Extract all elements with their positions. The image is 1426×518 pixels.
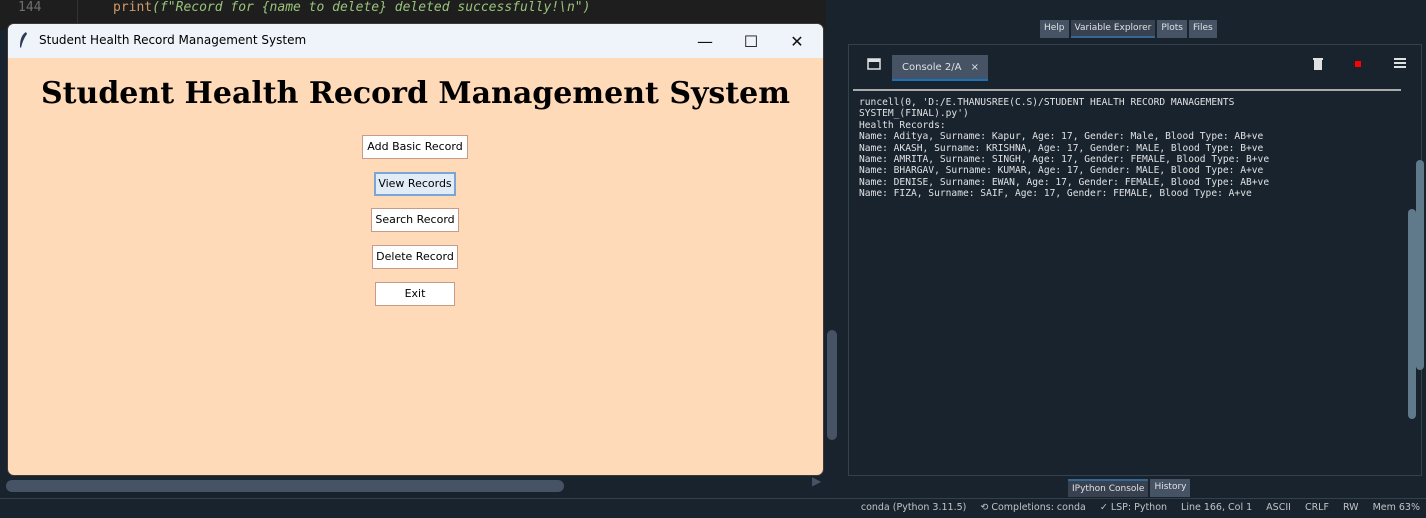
code-line: print(f"Record for {name to delete} dele… (113, 0, 590, 15)
console-line: Name: AKASH, Surname: KRISHNA, Age: 17, … (859, 142, 1264, 154)
stop-icon[interactable] (1355, 61, 1361, 67)
console-line: Name: FIZA, Surname: SAIF, Age: 17, Gend… (859, 188, 1252, 200)
close-button[interactable]: ✕ (774, 28, 820, 56)
delete-record-button[interactable]: Delete Record (372, 245, 458, 269)
maximize-button[interactable]: ☐ (728, 28, 774, 56)
console-tabbar: Console 2/A × (849, 45, 1421, 85)
trash-icon[interactable] (1313, 57, 1323, 71)
console-tab-close-icon[interactable]: × (971, 62, 979, 73)
window-icon[interactable] (867, 58, 881, 70)
status-conda: conda (Python 3.11.5) (860, 502, 967, 513)
status-rw: RW (1342, 502, 1359, 513)
minimize-button[interactable]: — (682, 28, 728, 56)
console-output[interactable]: runcell(0, 'D:/E.THANUSREE(C.S)/STUDENT … (853, 89, 1401, 464)
tab-ipython-console[interactable]: IPython Console (1068, 479, 1149, 497)
far-right-scroll-thumb[interactable] (1416, 160, 1424, 370)
tk-titlebar[interactable]: Student Health Record Management System … (8, 24, 823, 58)
search-record-button[interactable]: Search Record (371, 208, 459, 232)
tab-help[interactable]: Help (1040, 20, 1069, 38)
console-line: runcell(0, 'D:/E.THANUSREE(C.S)/STUDENT … (859, 97, 1235, 108)
add-basic-record-button[interactable]: Add Basic Record (362, 135, 468, 159)
status-completions-label: Completions: conda (991, 502, 1086, 513)
console-line: Health Records: (859, 119, 946, 131)
editor-horizontal-scrollbar[interactable] (6, 480, 564, 492)
ipython-console-pane: Console 2/A × runcell(0, 'D:/E.THANUSREE… (848, 44, 1422, 476)
editor-vscroll-thumb[interactable] (827, 330, 837, 440)
tab-plots[interactable]: Plots (1157, 20, 1187, 38)
tk-window: Student Health Record Management System … (8, 24, 823, 475)
editor-bottom-bar: ▶ (0, 472, 842, 496)
tab-history[interactable]: History (1150, 479, 1191, 497)
exit-button[interactable]: Exit (375, 282, 455, 306)
console-vscroll-thumb[interactable] (1408, 209, 1416, 419)
status-cursor-position: Line 166, Col 1 (1181, 502, 1253, 513)
tab-variable-explorer[interactable]: Variable Explorer (1070, 20, 1156, 38)
console-line: Name: AMRITA, Surname: SINGH, Age: 17, G… (859, 154, 1270, 166)
top-pane-tabs: Help Variable Explorer Plots Files (1040, 20, 1219, 38)
menu-icon[interactable] (1394, 58, 1406, 68)
line-number: 144 (18, 0, 42, 15)
app-heading: Student Health Record Management System (41, 76, 790, 111)
status-eol: CRLF (1304, 502, 1329, 513)
console-tab-label: Console 2/A (902, 62, 962, 73)
console-line: Name: BHARGAV, Surname: KUMAR, Age: 17, … (859, 165, 1264, 177)
console-line: Name: Aditya, Surname: Kapur, Age: 17, G… (859, 131, 1264, 143)
editor-vertical-scrollbar[interactable] (824, 30, 840, 478)
tab-files[interactable]: Files (1188, 20, 1217, 38)
view-records-button[interactable]: View Records (374, 172, 456, 196)
check-icon: ✓ (1099, 502, 1111, 513)
feather-icon (20, 32, 27, 48)
bottom-pane-tabs: IPython Console History (1068, 479, 1192, 497)
console-line: Name: DENISE, Surname: EWAN, Age: 17, Ge… (859, 176, 1270, 188)
scroll-right-icon[interactable]: ▶ (812, 474, 821, 488)
console-tab[interactable]: Console 2/A × (892, 55, 988, 81)
status-memory: Mem 63% (1372, 502, 1420, 513)
window-title: Student Health Record Management System (39, 33, 307, 47)
console-line: SYSTEM_(FINAL).py') (859, 108, 969, 120)
status-bar: conda (Python 3.11.5) ⟲ Completions: con… (0, 498, 1426, 518)
code-string: (f"Record for {name to delete} deleted s… (152, 0, 591, 15)
status-lsp-label: LSP: Python (1110, 502, 1168, 513)
completions-icon: ⟲ (980, 502, 992, 513)
status-encoding: ASCII (1266, 502, 1291, 513)
status-lsp: ✓ LSP: Python (1100, 502, 1167, 513)
status-completions: ⟲ Completions: conda (980, 502, 1085, 513)
code-keyword: print (113, 0, 153, 15)
